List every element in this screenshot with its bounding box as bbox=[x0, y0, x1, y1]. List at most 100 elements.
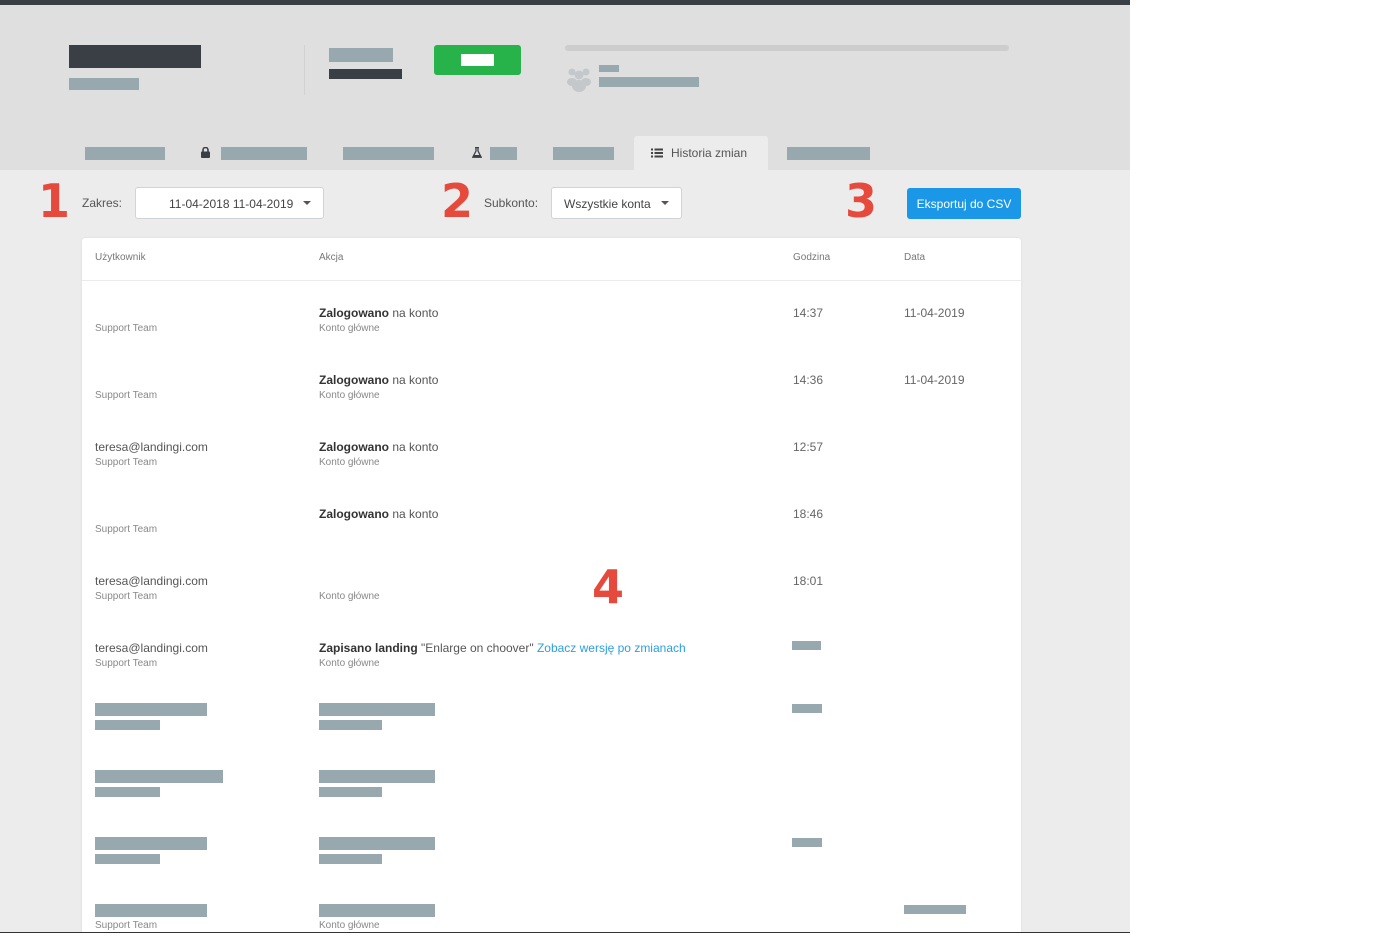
subaccount-select[interactable]: Wszystkie konta bbox=[551, 187, 682, 219]
action-text: Zapisano landing "Enlarge on choover" Zo… bbox=[319, 641, 686, 655]
chevron-down-icon bbox=[661, 201, 669, 205]
usage-progress-bar bbox=[565, 45, 1009, 51]
user-email: teresa@landingi.com bbox=[95, 574, 208, 588]
header-date: Data bbox=[904, 252, 926, 263]
user-team-redacted bbox=[95, 720, 160, 730]
list-icon bbox=[651, 148, 663, 158]
account-name-redacted bbox=[69, 45, 201, 68]
action-sub-redacted bbox=[319, 720, 382, 730]
user-redacted bbox=[95, 837, 207, 850]
tab-historia-zmian[interactable]: Historia zmian bbox=[634, 136, 768, 170]
tab-2[interactable] bbox=[221, 147, 307, 160]
user-team: Support Team bbox=[95, 920, 158, 931]
user-team: Support Team bbox=[95, 591, 158, 602]
user-team: Support Team bbox=[95, 524, 158, 535]
table-row: Support Team Zalogowano na konto Konto g… bbox=[82, 286, 1021, 353]
header-user: Użytkownik bbox=[95, 252, 146, 263]
user-redacted bbox=[95, 703, 207, 716]
tab-5[interactable] bbox=[553, 147, 614, 160]
action-subaccount: Konto główne bbox=[319, 390, 380, 401]
table-row: teresa@landingi.com Support Team Konto g… bbox=[82, 554, 1021, 621]
upgrade-button-label-redacted bbox=[461, 54, 494, 66]
action-subaccount: Konto główne bbox=[319, 591, 380, 602]
tab-4[interactable] bbox=[490, 147, 517, 160]
users-count-redacted bbox=[599, 65, 619, 72]
table-row bbox=[82, 688, 1021, 755]
user-team: Support Team bbox=[95, 323, 158, 334]
row-date: 11-04-2019 bbox=[904, 373, 965, 387]
action-redacted bbox=[319, 703, 435, 716]
tab-1[interactable] bbox=[85, 147, 165, 160]
action-redacted bbox=[319, 837, 435, 850]
header-action: Akcja bbox=[319, 252, 344, 263]
header-divider bbox=[304, 45, 305, 95]
table-row: Support Team Zalogowano na konto 18:46 bbox=[82, 487, 1021, 554]
row-time: 12:57 bbox=[793, 440, 824, 454]
subaccount-value: Wszystkie konta bbox=[564, 197, 651, 211]
row-time-redacted bbox=[792, 704, 822, 713]
table-row bbox=[82, 822, 1021, 889]
header-time: Godzina bbox=[793, 252, 831, 263]
action-subaccount: Konto główne bbox=[319, 323, 380, 334]
chevron-down-icon bbox=[303, 201, 311, 205]
view-version-link[interactable]: Zobacz wersję po zmianach bbox=[537, 641, 686, 655]
users-label-redacted bbox=[599, 77, 699, 87]
row-time: 18:01 bbox=[793, 574, 824, 588]
tab-7[interactable] bbox=[787, 147, 870, 160]
action-redacted bbox=[319, 904, 435, 917]
account-sub-redacted bbox=[69, 78, 139, 90]
action-text: Zalogowano na konto bbox=[319, 306, 439, 320]
date-range-select[interactable]: 11-04-2018 11-04-2019 bbox=[135, 187, 324, 219]
user-team: Support Team bbox=[95, 658, 158, 669]
range-label: Zakres: bbox=[82, 196, 123, 210]
row-time: 14:36 bbox=[793, 373, 824, 387]
table-row: Support Team Konto główne bbox=[82, 889, 1021, 933]
user-team: Support Team bbox=[95, 390, 158, 401]
action-subaccount: Konto główne bbox=[319, 658, 380, 669]
row-time-redacted bbox=[792, 641, 821, 650]
table-header: Użytkownik Akcja Godzina Data bbox=[82, 238, 1021, 281]
user-email: teresa@landingi.com bbox=[95, 641, 208, 655]
plan-name-redacted bbox=[329, 69, 402, 79]
row-time: 18:46 bbox=[793, 507, 824, 521]
tab-bar: Historia zmian bbox=[0, 136, 1130, 170]
flask-icon bbox=[472, 147, 482, 158]
annotation-marker: 3 bbox=[845, 174, 878, 228]
user-email: teresa@landingi.com bbox=[95, 440, 208, 454]
date-range-value: 11-04-2018 11-04-2019 bbox=[169, 197, 294, 211]
users-icon bbox=[567, 68, 591, 92]
user-redacted bbox=[95, 904, 207, 917]
tab-historia-zmian-label: Historia zmian bbox=[671, 146, 748, 160]
user-redacted bbox=[95, 770, 223, 783]
annotation-marker: 4 bbox=[592, 560, 625, 614]
row-time-redacted bbox=[792, 838, 822, 847]
annotation-marker: 1 bbox=[38, 174, 71, 228]
filters-bar: 1 Zakres: 11-04-2018 11-04-2019 2 Subkon… bbox=[0, 170, 1130, 238]
row-date: 11-04-2019 bbox=[904, 306, 965, 320]
row-time: 14:37 bbox=[793, 306, 824, 320]
app-window: Historia zmian 1 Zakres: 11-04-2018 11-0… bbox=[0, 0, 1130, 933]
table-row: Support Team Zalogowano na konto Konto g… bbox=[82, 353, 1021, 420]
user-team: Support Team bbox=[95, 457, 158, 468]
table-row bbox=[82, 755, 1021, 822]
user-team-redacted bbox=[95, 854, 160, 864]
row-date-redacted bbox=[904, 905, 966, 914]
action-sub-redacted bbox=[319, 854, 382, 864]
action-sub-redacted bbox=[319, 787, 382, 797]
user-team-redacted bbox=[95, 787, 160, 797]
table-row: teresa@landingi.com Support Team Zalogow… bbox=[82, 420, 1021, 487]
action-subaccount: Konto główne bbox=[319, 920, 380, 931]
action-text: Zalogowano na konto bbox=[319, 440, 439, 454]
action-text: Zalogowano na konto bbox=[319, 373, 439, 387]
table-row: teresa@landingi.com Support Team Zapisan… bbox=[82, 621, 1021, 688]
lock-icon bbox=[201, 147, 210, 158]
action-subaccount: Konto główne bbox=[319, 457, 380, 468]
action-redacted bbox=[319, 770, 435, 783]
upgrade-button[interactable] bbox=[434, 45, 521, 75]
history-table: Użytkownik Akcja Godzina Data Support Te… bbox=[82, 238, 1021, 933]
plan-label-redacted bbox=[329, 48, 393, 62]
export-csv-button[interactable]: Eksportuj do CSV bbox=[907, 188, 1021, 219]
tab-3[interactable] bbox=[343, 147, 434, 160]
action-text: Zalogowano na konto bbox=[319, 507, 439, 521]
subaccount-label: Subkonto: bbox=[484, 196, 539, 210]
